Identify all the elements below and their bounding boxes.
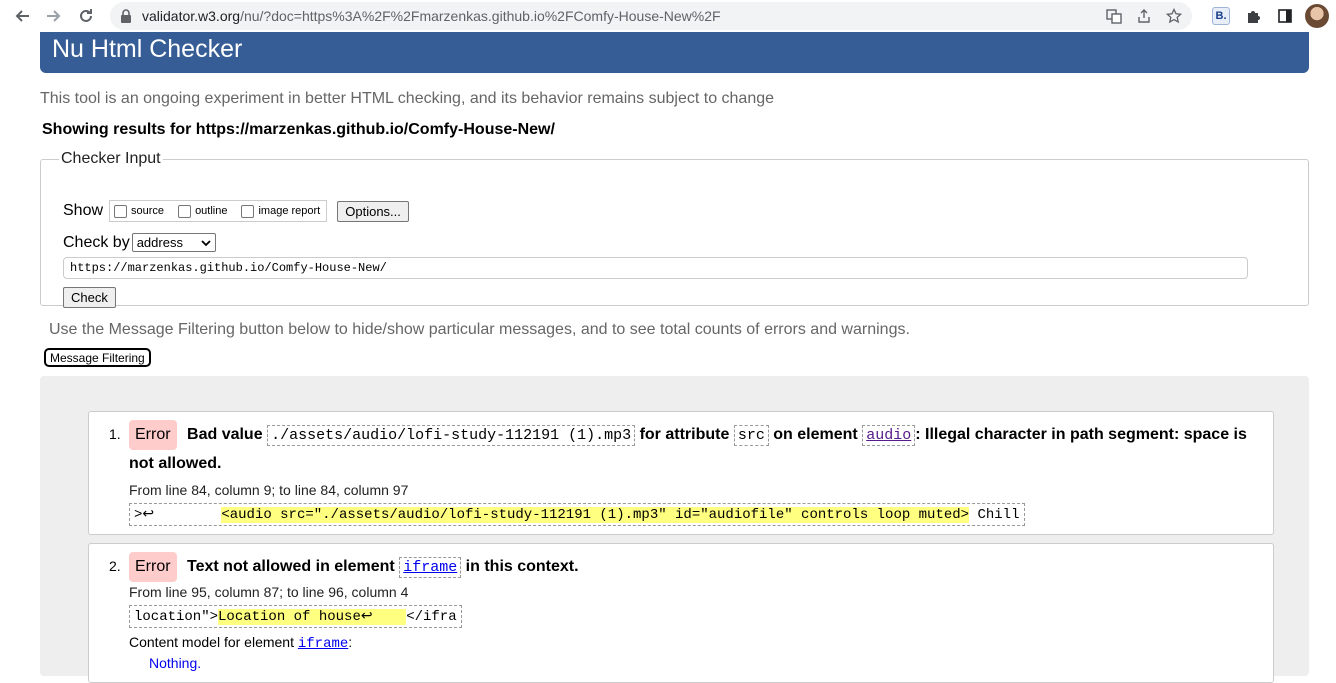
error-badge: Error xyxy=(129,420,177,450)
side-panel-icon[interactable] xyxy=(1272,3,1298,29)
check-by-row: Check by address xyxy=(63,233,216,252)
profile-avatar[interactable] xyxy=(1304,3,1330,29)
options-button[interactable]: Options... xyxy=(337,200,409,222)
check-by-select[interactable]: address xyxy=(131,233,216,252)
show-image-report-option[interactable]: image report xyxy=(241,204,320,218)
intro-text: This tool is an ongoing experiment in be… xyxy=(40,90,775,107)
page-title: Nu Html Checker xyxy=(40,32,1309,73)
translate-icon[interactable] xyxy=(1104,6,1124,26)
element-link[interactable]: audio xyxy=(862,425,916,446)
url-host: validator.w3.org xyxy=(142,8,241,24)
checker-input-fieldset: Checker Input Show source outline image … xyxy=(40,150,1309,308)
showing-results: Showing results for https://marzenkas.gi… xyxy=(42,121,555,138)
chevron-down-icon xyxy=(201,239,211,246)
message-filtering-button[interactable]: Message Filtering xyxy=(44,348,151,367)
results-panel: 1. Error Bad value ./assets/audio/lofi-s… xyxy=(40,376,1309,683)
outline-checkbox[interactable] xyxy=(178,204,192,218)
lock-icon xyxy=(121,9,131,23)
address-bar[interactable]: validator.w3.org/nu/?doc=https%3A%2F%2Fm… xyxy=(110,2,1192,30)
checker-input-legend: Checker Input xyxy=(61,150,161,167)
message-number: 2. xyxy=(109,558,121,574)
attribute-name-code: src xyxy=(733,425,769,446)
check-button[interactable]: Check xyxy=(63,287,116,308)
share-icon[interactable] xyxy=(1134,6,1154,26)
reload-icon[interactable] xyxy=(70,0,102,32)
check-by-label: Check by xyxy=(63,233,130,251)
show-row: Show source outline image report Options… xyxy=(63,200,409,222)
page-content: Nu Html Checker This tool is an ongoing … xyxy=(0,32,1336,683)
source-extract: >↩ <audio src="./assets/audio/lofi-study… xyxy=(129,503,1025,526)
browser-toolbar: validator.w3.org/nu/?doc=https%3A%2F%2Fm… xyxy=(0,0,1336,32)
show-outline-option[interactable]: outline xyxy=(178,204,227,218)
error-location: From line 84, column 9; to line 84, colu… xyxy=(129,482,409,498)
error-message-2: 2. Error Text not allowed in element ifr… xyxy=(88,543,1274,683)
url-path: /nu/?doc=https%3A%2F%2Fmarzenkas.github.… xyxy=(240,8,721,24)
attribute-value-code: ./assets/audio/lofi-study-112191 (1).mp3 xyxy=(267,425,636,446)
error-message-1: 1. Error Bad value ./assets/audio/lofi-s… xyxy=(88,411,1274,535)
show-label: Show xyxy=(63,202,104,219)
extension-b-icon[interactable]: B. xyxy=(1208,3,1234,29)
forward-icon[interactable] xyxy=(38,0,70,32)
error-location: From line 95, column 87; to line 96, col… xyxy=(129,584,409,600)
error-badge: Error xyxy=(129,552,177,582)
back-icon[interactable] xyxy=(6,0,38,32)
document-url-input[interactable]: https://marzenkas.github.io/Comfy-House-… xyxy=(63,257,1248,279)
element-link[interactable]: iframe xyxy=(399,557,462,578)
filtering-note: Use the Message Filtering button below t… xyxy=(49,321,910,338)
show-options-group: source outline image report xyxy=(109,200,328,222)
content-model-value: Nothing. xyxy=(149,655,202,671)
message-title: Error Text not allowed in element iframe… xyxy=(129,552,1263,582)
content-model: Content model for element iframe: xyxy=(129,634,353,652)
extensions-puzzle-icon[interactable] xyxy=(1240,3,1266,29)
source-extract: location">Location of house↩ </ifra xyxy=(129,605,462,628)
message-title: Error Bad value ./assets/audio/lofi-stud… xyxy=(89,420,1263,478)
content-model-element-link[interactable]: iframe xyxy=(298,636,348,652)
message-number: 1. xyxy=(109,426,121,442)
source-checkbox[interactable] xyxy=(114,204,128,218)
image-report-checkbox[interactable] xyxy=(241,204,255,218)
show-source-option[interactable]: source xyxy=(114,204,164,218)
bookmark-star-icon[interactable] xyxy=(1164,6,1184,26)
